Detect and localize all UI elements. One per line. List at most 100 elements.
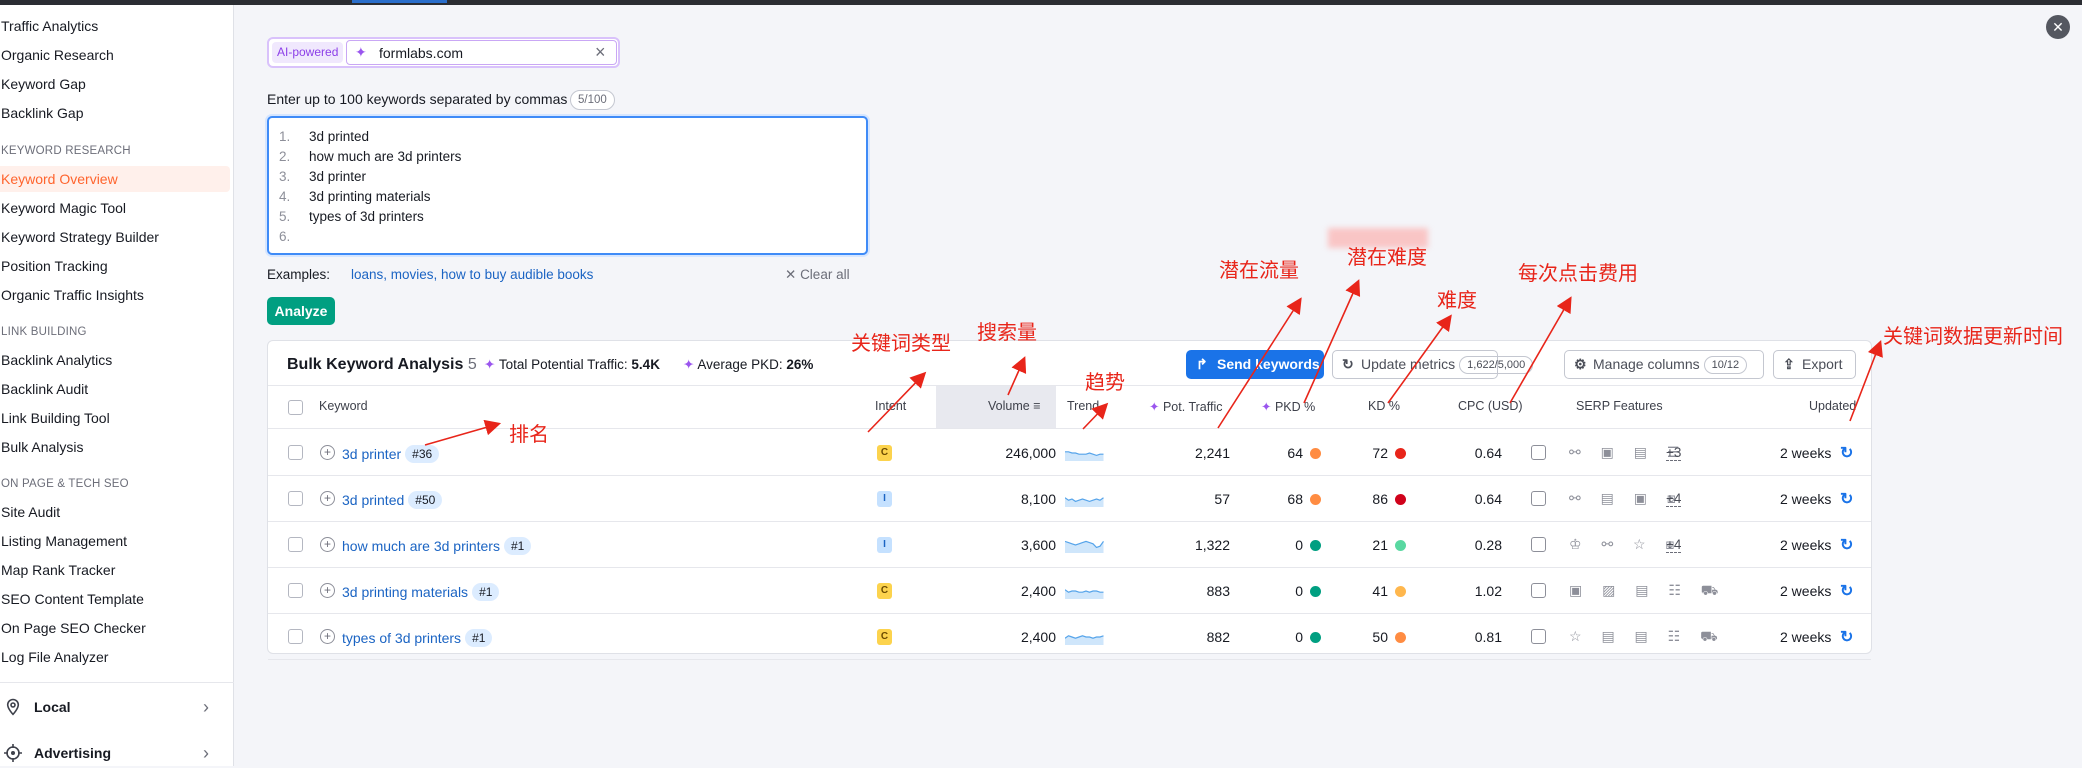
- manage-columns-button[interactable]: ⚙ Manage columns 10/12: [1564, 350, 1764, 379]
- sidebar-item-backlink-gap[interactable]: Backlink Gap: [0, 100, 230, 126]
- send-keywords-button[interactable]: ↱ Send keywords: [1186, 350, 1324, 379]
- kd-indicator-dot: [1395, 586, 1406, 597]
- annotation-rank: 排名: [509, 422, 549, 446]
- sidebar-item-position-tracking[interactable]: Position Tracking: [0, 253, 230, 279]
- sidebar-item-advertising[interactable]: Advertising ›: [0, 738, 234, 768]
- keyword-link[interactable]: how much are 3d printers: [342, 538, 500, 554]
- export-button[interactable]: ⇪ Export: [1773, 350, 1856, 379]
- sidebar-item-backlink-analytics[interactable]: Backlink Analytics: [0, 347, 230, 373]
- column-serp-features[interactable]: SERP Features: [1576, 399, 1663, 413]
- total-traffic-stat: ✦ Total Potential Traffic: 5.4K: [484, 357, 660, 373]
- sidebar-item-organic-traffic-insights[interactable]: Organic Traffic Insights: [0, 282, 230, 308]
- refresh-icon[interactable]: ↻: [1840, 581, 1853, 601]
- column-intent[interactable]: Intent: [875, 399, 906, 413]
- sort-desc-icon: ≡: [1033, 399, 1041, 413]
- serp-preview-icon[interactable]: [1531, 629, 1546, 644]
- average-pkd-value: 26%: [786, 357, 814, 372]
- select-all-checkbox[interactable]: [288, 400, 303, 415]
- add-keyword-icon[interactable]: +: [320, 445, 335, 460]
- row-checkbox[interactable]: [288, 537, 303, 552]
- average-pkd-stat: ✦ Average PKD: 26%: [683, 357, 813, 373]
- analyze-button[interactable]: Analyze: [267, 297, 335, 325]
- keyword-link[interactable]: 3d printed: [342, 492, 404, 508]
- column-cpc[interactable]: CPC (USD): [1458, 399, 1523, 413]
- sidebar-item-organic-research[interactable]: Organic Research: [0, 42, 230, 68]
- sidebar-section-link-building: LINK BUILDING: [1, 326, 87, 338]
- domain-value: formlabs.com: [379, 45, 464, 61]
- annotation-cpc: 每次点击费用: [1518, 261, 1638, 285]
- sidebar-item-site-audit[interactable]: Site Audit: [0, 499, 230, 525]
- serp-preview-icon[interactable]: [1531, 491, 1546, 506]
- add-keyword-icon[interactable]: +: [320, 629, 335, 644]
- add-keyword-icon[interactable]: +: [320, 537, 335, 552]
- sidebar-item-local[interactable]: Local ›: [0, 692, 234, 722]
- update-metrics-button[interactable]: ↻ Update metrics 1,622/5,000: [1332, 350, 1534, 379]
- column-volume-label: Volume: [988, 399, 1030, 413]
- serp-preview-icon[interactable]: [1531, 537, 1546, 552]
- sidebar-item-on-page-seo-checker[interactable]: On Page SEO Checker: [0, 615, 230, 641]
- table-row: + how much are 3d printers #1 I 3,600 1,322 0 2…: [268, 522, 1871, 568]
- row-checkbox[interactable]: [288, 629, 303, 644]
- keywords-textarea[interactable]: 1. 3d printed 2. how much are 3d printers …: [267, 116, 868, 255]
- update-metrics-count: 1,622/5,000: [1459, 356, 1534, 374]
- sidebar-item-listing-management[interactable]: Listing Management: [0, 528, 230, 554]
- refresh-icon[interactable]: ↻: [1840, 443, 1853, 463]
- domain-field: AI-powered ✦ formlabs.com ×: [267, 37, 620, 68]
- cpc-cell: 0.81: [1474, 629, 1502, 645]
- ai-powered-badge: AI-powered: [272, 42, 344, 63]
- sidebar-item-keyword-magic-tool[interactable]: Keyword Magic Tool: [0, 195, 230, 221]
- serp-more-link[interactable]: +4: [1666, 537, 1682, 553]
- row-checkbox[interactable]: [288, 445, 303, 460]
- serp-preview-icon[interactable]: [1531, 445, 1546, 460]
- sidebar-item-traffic-analytics[interactable]: Traffic Analytics: [0, 13, 230, 39]
- examples-links[interactable]: loans, movies, how to buy audible books: [351, 267, 593, 282]
- sidebar-item-backlink-audit[interactable]: Backlink Audit: [0, 376, 230, 402]
- sidebar-item-log-file-analyzer[interactable]: Log File Analyzer: [0, 644, 230, 670]
- row-checkbox[interactable]: [288, 491, 303, 506]
- serp-preview-icon[interactable]: [1531, 583, 1546, 598]
- pkd-cell: 64: [1287, 445, 1303, 461]
- cpc-cell: 0.64: [1474, 491, 1502, 507]
- keywords-label: Enter up to 100 keywords separated by co…: [267, 91, 568, 107]
- sidebar-item-keyword-gap[interactable]: Keyword Gap: [0, 71, 230, 97]
- column-volume[interactable]: Volume ≡: [988, 399, 1040, 413]
- kd-cell: 21: [1372, 537, 1388, 553]
- refresh-icon[interactable]: ↻: [1840, 489, 1853, 509]
- pkd-cell: 0: [1295, 629, 1303, 645]
- pkd-cell: 68: [1287, 491, 1303, 507]
- refresh-icon[interactable]: ↻: [1840, 535, 1853, 555]
- keyword-link[interactable]: 3d printing materials: [342, 584, 468, 600]
- sidebar-item-link-building-tool[interactable]: Link Building Tool: [0, 405, 230, 431]
- update-metrics-label: Update metrics: [1361, 356, 1456, 372]
- domain-input[interactable]: ✦ formlabs.com ×: [346, 40, 617, 65]
- keyword-link[interactable]: 3d printer: [342, 446, 401, 462]
- column-pkd[interactable]: ✦ PKD %: [1261, 399, 1315, 414]
- sidebar-item-map-rank-tracker[interactable]: Map Rank Tracker: [0, 557, 230, 583]
- sidebar-item-keyword-strategy-builder[interactable]: Keyword Strategy Builder: [0, 224, 230, 250]
- kd-indicator-dot: [1395, 448, 1406, 459]
- top-bar: [0, 0, 2082, 5]
- rank-badge: #1: [465, 629, 493, 647]
- close-icon[interactable]: ✕: [2046, 15, 2070, 39]
- column-keyword[interactable]: Keyword: [319, 399, 368, 413]
- column-updated[interactable]: Updated: [1809, 399, 1856, 413]
- intent-badge: C: [877, 583, 892, 599]
- clear-all-button[interactable]: ✕ Clear all: [785, 267, 850, 283]
- trend-sparkline: [1065, 589, 1104, 599]
- column-pot-traffic[interactable]: ✦ Pot. Traffic: [1149, 399, 1222, 414]
- column-trend[interactable]: Trend: [1067, 399, 1099, 413]
- column-kd[interactable]: KD %: [1368, 399, 1400, 413]
- add-keyword-icon[interactable]: +: [320, 583, 335, 598]
- sidebar-item-bulk-analysis[interactable]: Bulk Analysis: [0, 434, 230, 460]
- serp-more-link[interactable]: +3: [1666, 445, 1682, 461]
- refresh-icon[interactable]: ↻: [1840, 627, 1853, 647]
- updated-cell: 2 weeks: [1780, 583, 1832, 599]
- add-keyword-icon[interactable]: +: [320, 491, 335, 506]
- sidebar-item-keyword-overview[interactable]: Keyword Overview: [0, 166, 230, 192]
- serp-more-link[interactable]: +4: [1666, 491, 1682, 507]
- clear-domain-icon[interactable]: ×: [595, 42, 606, 63]
- sidebar-item-seo-content-template[interactable]: SEO Content Template: [0, 586, 230, 612]
- column-pkd-label: PKD %: [1274, 400, 1316, 414]
- keyword-link[interactable]: types of 3d printers: [342, 630, 461, 646]
- row-checkbox[interactable]: [288, 583, 303, 598]
